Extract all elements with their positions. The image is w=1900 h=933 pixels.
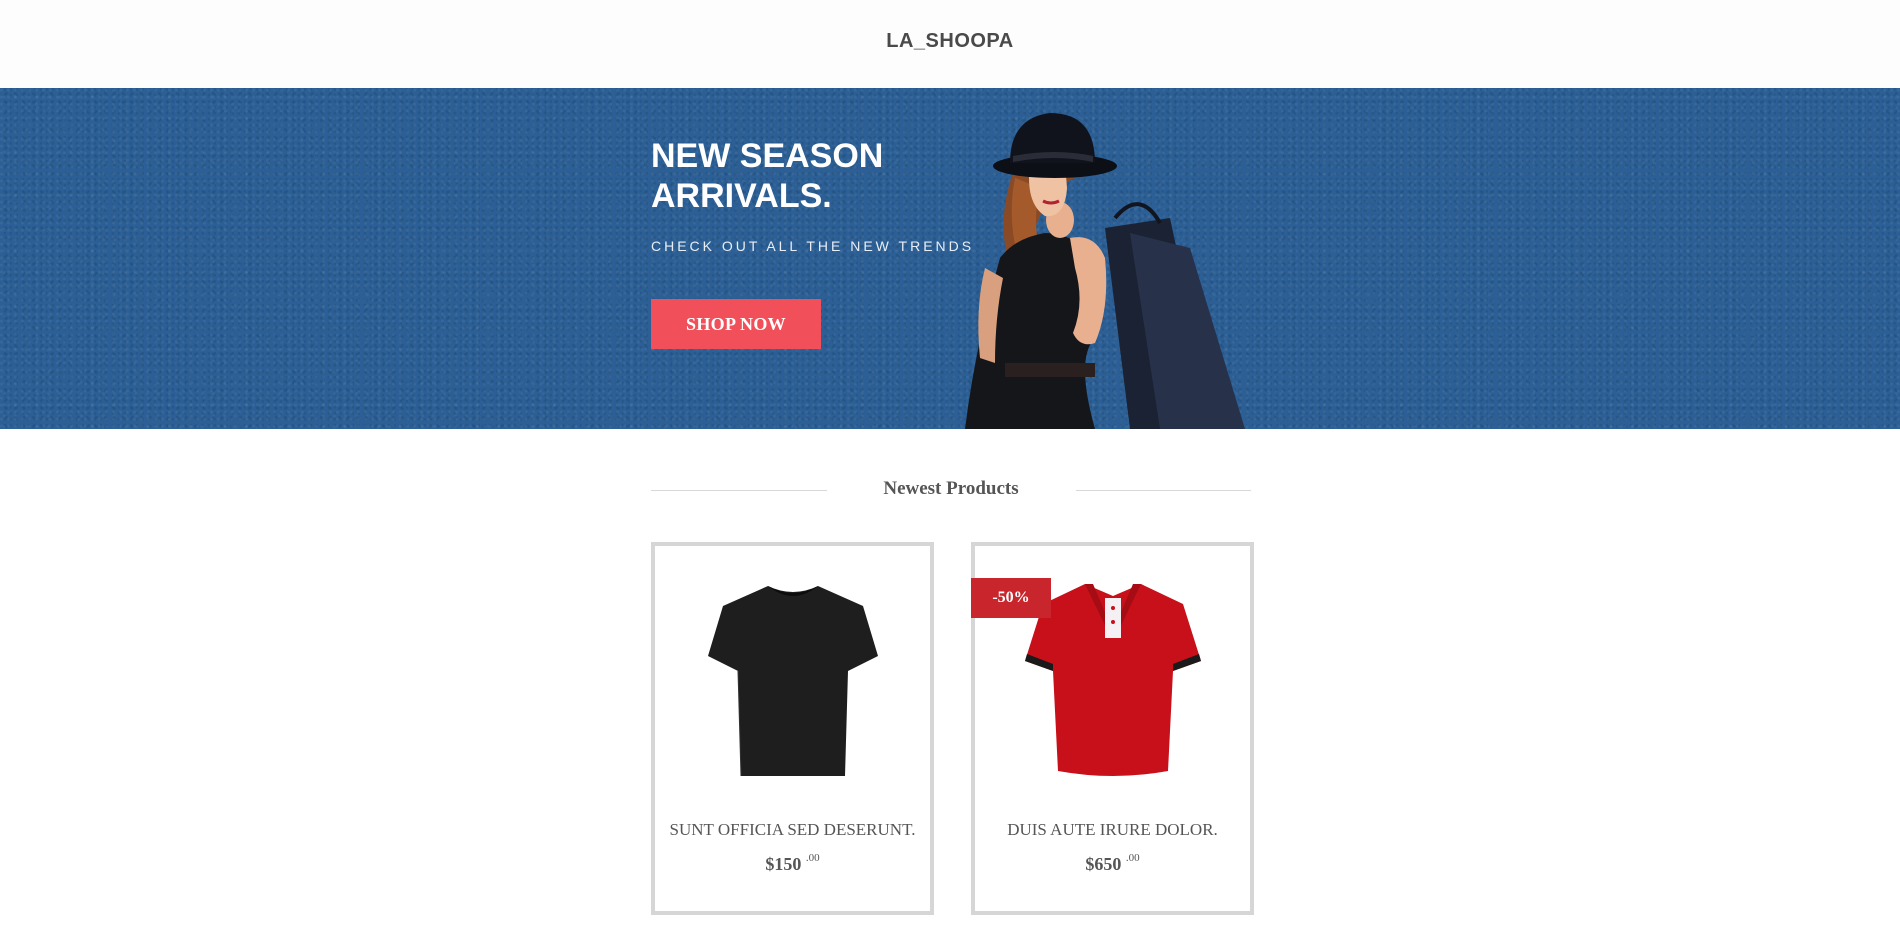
newest-products-header: Newest Products: [651, 478, 1251, 504]
site-logo[interactable]: LA_SHOOPA: [0, 30, 1900, 53]
discount-badge: -50%: [971, 578, 1051, 618]
section-title: Newest Products: [883, 478, 1019, 499]
hero-subtitle: CHECK OUT ALL THE NEW TRENDS: [651, 238, 975, 254]
price-whole: $650: [1085, 854, 1122, 874]
hero-title: NEW SEASON ARRIVALS.: [651, 137, 884, 215]
product-name[interactable]: DUIS AUTE IRURE DOLOR.: [975, 820, 1250, 840]
price-cents: .00: [1125, 852, 1140, 864]
product-name[interactable]: SUNT OFFICIA SED DESERUNT.: [655, 820, 930, 840]
product-card[interactable]: -50% DUIS AUTE IRURE DOLOR. $650 .00: [971, 542, 1254, 915]
model-photo: [965, 113, 1245, 429]
shop-now-button[interactable]: SHOP NOW: [651, 299, 821, 349]
price-whole: $150: [765, 854, 802, 874]
price-cents: .00: [805, 852, 820, 864]
product-price: $150 .00: [655, 852, 930, 875]
product-image-black-tshirt[interactable]: [703, 576, 883, 776]
hero-banner: NEW SEASON ARRIVALS. CHECK OUT ALL THE N…: [0, 88, 1900, 429]
site-header: LA_SHOOPA: [0, 0, 1900, 88]
product-price: $650 .00: [975, 852, 1250, 875]
divider-right: [1076, 490, 1251, 491]
product-card[interactable]: SUNT OFFICIA SED DESERUNT. $150 .00: [651, 542, 934, 915]
